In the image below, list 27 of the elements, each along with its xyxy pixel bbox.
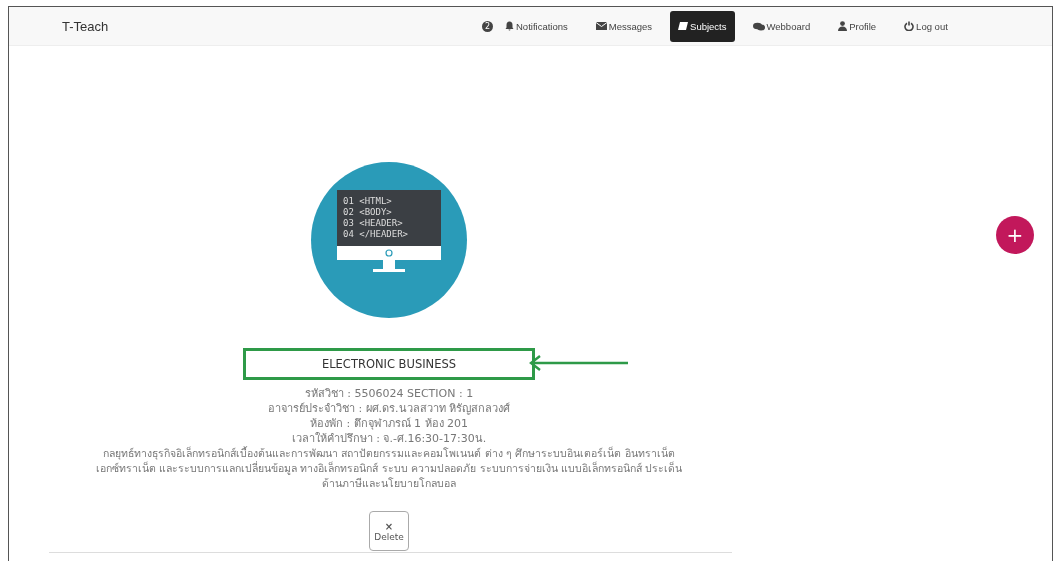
delete-button[interactable]: × Delete xyxy=(369,511,409,551)
power-icon xyxy=(904,21,915,31)
book-icon xyxy=(678,21,689,31)
add-button[interactable]: + xyxy=(996,216,1034,254)
person-icon xyxy=(838,21,848,31)
speech-bubbles-icon xyxy=(752,21,765,31)
code-line: 01 <HTML> xyxy=(343,196,392,206)
nav-tab[interactable]: Webboard xyxy=(742,8,821,44)
subject-description: กลยุทธ์ทางธุรกิจอิเล็กทรอนิกส์เบื้องต้นและการพัฒนา สถาปัตยกรรมและคอมโพเนนต์ ต่าง ๆ ศึกษาระบบอินเตอร์เน็ต อินทราเน็ต เอกซ์ทราเน็ต และระบบการแลกเปลี่ยนข้อมูล ทางอิเล็กทรอนิกส์ ระบบ ความปลอดภัย ระบบการจ่ายเงิน แบบอิเล็กทรอนิกส์ ประเด็น ด้านภาษีและนโยบายโกลบอล xyxy=(94,446,684,491)
code-line: 04 </HEADER> xyxy=(343,229,409,239)
nav-tab[interactable]: Messages xyxy=(585,8,663,44)
subject-detail: ห้องพัก : ตึกจุฬาภรณ์ 1 ห้อง 201 xyxy=(309,416,469,431)
envelope-icon xyxy=(595,22,607,30)
close-icon: × xyxy=(384,520,394,532)
brand-name[interactable]: T-Teach xyxy=(62,18,422,34)
subject-detail: อาจารย์ประจำวิชา : ผศ.ดร.นวลสวาท หิรัญสกลวงศ์ xyxy=(267,401,511,416)
nav-tab[interactable]: Notifications xyxy=(495,8,578,44)
bell-icon xyxy=(505,21,514,31)
notification-count: 2 xyxy=(482,20,493,32)
nav-tab[interactable]: Subjects xyxy=(670,10,735,42)
subject-title: ELECTRONIC BUSINESS xyxy=(243,348,535,380)
code-line: 02 <BODY> xyxy=(343,207,392,217)
nav-tab[interactable]: Profile xyxy=(828,8,887,44)
subject-detail: รหัสวิชา : 5506024 SECTION : 1 xyxy=(304,386,474,401)
code-line: 03 <HEADER> xyxy=(343,218,403,228)
nav-tab[interactable]: Log out xyxy=(894,8,958,44)
subject-detail: เวลาให้คำปรึกษา : จ.-ศ.16:30-17:30น. xyxy=(291,431,487,446)
